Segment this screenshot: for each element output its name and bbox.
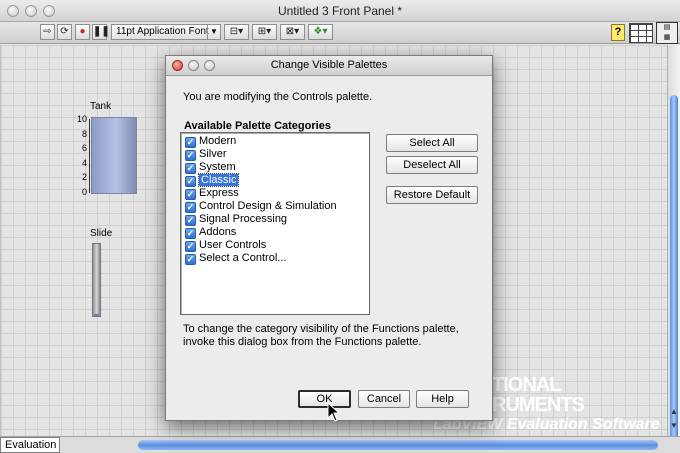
list-item[interactable]: ✓ User Controls — [185, 239, 266, 252]
scroll-up-icon[interactable]: ▲ — [669, 407, 679, 416]
palette-categories-heading: Available Palette Categories — [184, 120, 331, 132]
checkbox-checked-icon[interactable]: ✓ — [185, 215, 196, 226]
tank-axis — [89, 119, 90, 193]
toolbar: ⇨ ⟳ ● ❚❚ 11pt Application Font ▼ ⊟▾ ⊞▾ ⊠… — [0, 22, 680, 44]
font-select[interactable]: 11pt Application Font ▼ — [111, 24, 221, 40]
tank-scale-tick: 10 — [76, 114, 87, 124]
list-item-label: User Controls — [199, 239, 267, 251]
functions-palette-note: To change the category visibility of the… — [183, 323, 483, 349]
watermark-line-2: RUMENTS — [492, 394, 585, 416]
tank-scale-tick: 0 — [81, 187, 87, 197]
bottom-bar: Evaluation — [0, 436, 680, 453]
list-item[interactable]: ✓ Signal Processing — [185, 213, 287, 226]
window-title: Untitled 3 Front Panel * — [277, 4, 403, 18]
tank-label: Tank — [90, 101, 112, 112]
palette-categories-list[interactable]: ✓ Modern ✓ Silver ✓ System ✓ Classic ✓ Expres… — [180, 132, 370, 315]
vi-icon[interactable]: ▤ ▦ — [656, 22, 678, 44]
connector-pane-icon[interactable] — [629, 23, 653, 43]
list-item-label: System — [199, 161, 236, 173]
list-item-label: Classic — [197, 173, 240, 187]
checkbox-checked-icon[interactable]: ✓ — [185, 202, 196, 213]
slide-control[interactable] — [92, 243, 101, 317]
vertical-scroll-thumb[interactable] — [670, 95, 678, 450]
help-button[interactable]: Help — [416, 390, 469, 408]
vertical-scrollbar[interactable]: ▲ ▼ — [667, 45, 680, 450]
abort-icon[interactable]: ● — [75, 24, 90, 40]
list-item-label: Signal Processing — [199, 213, 288, 225]
checkbox-checked-icon[interactable]: ✓ — [185, 176, 196, 187]
tank-indicator[interactable] — [91, 117, 137, 194]
list-item[interactable]: ✓ System — [185, 161, 236, 174]
list-item[interactable]: ✓ Modern — [185, 135, 236, 148]
scroll-down-icon[interactable]: ▼ — [669, 421, 679, 430]
cancel-button[interactable]: Cancel — [358, 390, 410, 408]
horizontal-scroll-thumb[interactable] — [138, 440, 658, 450]
checkbox-checked-icon[interactable]: ✓ — [185, 241, 196, 252]
select-all-button[interactable]: Select All — [386, 134, 478, 152]
note-line-1: To change the category visibility of the… — [183, 323, 459, 335]
slide-label: Slide — [90, 228, 113, 239]
evaluation-label: Evaluation — [0, 437, 60, 453]
font-select-value: 11pt Application Font — [116, 26, 209, 37]
list-item[interactable]: ✓ Express — [185, 187, 239, 200]
list-item-label: Modern — [199, 135, 237, 147]
tank-scale-tick: 8 — [81, 129, 87, 139]
resize-objects-icon[interactable]: ⊠▾ — [280, 24, 305, 40]
list-item-label: Addons — [199, 226, 237, 238]
tank-scale: 10 8 6 4 2 0 — [76, 114, 89, 197]
dialog-title: Change Visible Palettes — [270, 59, 388, 71]
chevron-down-icon: ▼ — [207, 25, 220, 39]
checkbox-checked-icon[interactable]: ✓ — [185, 228, 196, 239]
dialog-minimize-button[interactable] — [188, 60, 199, 71]
dialog-title-bar: Change Visible Palettes — [166, 56, 492, 76]
tank-scale-tick: 6 — [81, 143, 87, 153]
tank-scale-tick: 2 — [81, 172, 87, 182]
ok-button[interactable]: OK — [298, 390, 351, 408]
list-item[interactable]: ✓ Select a Control... — [185, 252, 286, 265]
slide-fill — [94, 314, 99, 316]
list-item[interactable]: ✓ Control Design & Simulation — [185, 200, 337, 213]
deselect-all-button[interactable]: Deselect All — [386, 156, 478, 174]
list-item-label: Silver — [199, 148, 227, 160]
checkbox-checked-icon[interactable]: ✓ — [185, 189, 196, 200]
window-title-bar: Untitled 3 Front Panel * — [0, 0, 680, 22]
checkbox-checked-icon[interactable]: ✓ — [185, 163, 196, 174]
reorder-icon[interactable]: ❖▾ — [308, 24, 333, 40]
list-item[interactable]: ✓ Addons — [185, 226, 236, 239]
dialog-zoom-button[interactable] — [204, 60, 215, 71]
list-item-label: Express — [199, 187, 239, 199]
list-item-selected[interactable]: ✓ Classic — [185, 173, 240, 187]
note-line-2: invoke this dialog box from the Function… — [183, 336, 422, 348]
checkbox-checked-icon[interactable]: ✓ — [185, 137, 196, 148]
modify-text: You are modifying the Controls palette. — [183, 91, 373, 103]
list-item-label: Control Design & Simulation — [199, 200, 337, 212]
tank-scale-tick: 4 — [81, 158, 87, 168]
help-icon[interactable]: ? — [611, 24, 625, 41]
restore-default-button[interactable]: Restore Default — [386, 186, 478, 204]
run-arrow-icon[interactable]: ⇨ — [40, 24, 55, 40]
mouse-pointer-icon — [327, 402, 341, 422]
pause-icon[interactable]: ❚❚ — [92, 24, 110, 40]
checkbox-checked-icon[interactable]: ✓ — [185, 150, 196, 161]
checkbox-checked-icon[interactable]: ✓ — [185, 254, 196, 265]
align-objects-icon[interactable]: ⊟▾ — [224, 24, 249, 40]
distribute-objects-icon[interactable]: ⊞▾ — [252, 24, 277, 40]
run-continuously-icon[interactable]: ⟳ — [57, 24, 72, 40]
change-visible-palettes-dialog: Change Visible Palettes You are modifyin… — [165, 55, 493, 421]
dialog-close-button[interactable] — [172, 60, 183, 71]
list-item-label: Select a Control... — [199, 252, 287, 264]
list-item[interactable]: ✓ Silver — [185, 148, 227, 161]
